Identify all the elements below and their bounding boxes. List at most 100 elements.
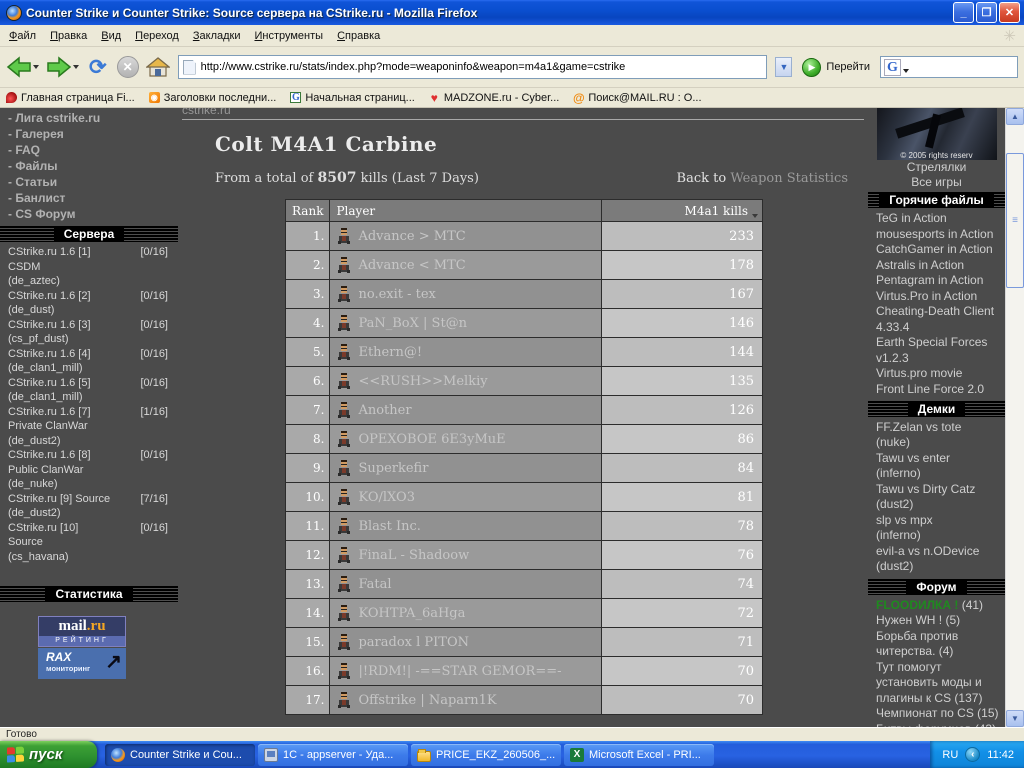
demo-link[interactable]: evil-a vs n.ODevice (dust2) <box>876 544 1005 574</box>
player-name[interactable]: Advance > MTC <box>358 229 465 244</box>
server-entry[interactable]: CStrike.ru 1.6 [3] [0/16] (cs_pf_dust) <box>8 318 168 347</box>
close-button[interactable]: ✕ <box>999 2 1020 23</box>
player-name[interactable]: FinaL - Shadoow <box>358 548 469 563</box>
forum-topic-link[interactable]: Чемпионат по CS (15) <box>876 706 1005 722</box>
hot-file-link[interactable]: Astralis in Action <box>876 258 1005 274</box>
bookmark-madzone[interactable]: ♥ MADZONE.ru - Cyber... <box>429 91 560 105</box>
hot-file-link[interactable]: Cheating-Death Client 4.33.4 <box>876 304 1005 335</box>
reload-button[interactable]: ⟳ <box>89 57 107 78</box>
hot-file-link[interactable]: Earth Special Forces v1.2.3 <box>876 335 1005 366</box>
url-text[interactable]: http://www.cstrike.ru/stats/index.php?mo… <box>201 61 765 73</box>
forward-button[interactable] <box>46 55 72 79</box>
server-entry[interactable]: CStrike.ru 1.6 [5] [0/16] (de_clan1_mill) <box>8 376 168 405</box>
player-name[interactable]: Fatal <box>358 577 391 592</box>
sidebar-nav-link[interactable]: - FAQ <box>8 142 178 158</box>
hot-file-link[interactable]: Front Line Force 2.0 <box>876 382 1005 398</box>
mailru-rating-banner[interactable]: mail.ru РЕЙТИНГ <box>38 616 126 647</box>
restore-button[interactable]: ❐ <box>976 2 997 23</box>
forward-dropdown-icon[interactable] <box>73 65 79 69</box>
search-engine-dropdown-icon[interactable] <box>902 69 909 73</box>
hot-file-link[interactable]: mousesports in Action <box>876 227 1005 243</box>
home-button[interactable] <box>145 56 170 78</box>
stop-button[interactable]: ✕ <box>116 56 139 78</box>
search-input[interactable]: G <box>880 56 1018 78</box>
scrollbar-thumb[interactable] <box>1006 153 1024 288</box>
player-name[interactable]: PaN_BoX | St@n <box>358 316 467 331</box>
player-name[interactable]: Ethern@! <box>358 345 422 360</box>
task-excel[interactable]: X Microsoft Excel - PRI... <box>564 744 714 766</box>
language-indicator[interactable]: RU <box>942 749 958 761</box>
demo-link[interactable]: Tawu vs Dirty Catz (dust2) <box>876 482 1005 512</box>
player-name[interactable]: OPEXOBOE 6E3yMuE <box>358 432 505 447</box>
task-1c[interactable]: 1C - appserver - Уда... <box>258 744 408 766</box>
rax-monitoring-banner[interactable]: RAX мониторинг ↗ <box>38 648 126 679</box>
server-entry[interactable]: CStrike.ru [9] Source [7/16] (de_dust2) <box>8 492 168 521</box>
player-name[interactable]: Another <box>358 403 411 418</box>
hot-file-link[interactable]: Pentagram in Action <box>876 273 1005 289</box>
demo-link[interactable]: slp vs mpx (inferno) <box>876 513 1005 543</box>
player-name[interactable]: paradox l PITON <box>358 635 469 650</box>
sidebar-nav-link[interactable]: - Лига cstrike.ru <box>8 110 178 126</box>
menu-item[interactable]: Переход <box>128 27 186 45</box>
server-entry[interactable]: CStrike.ru 1.6 [4] [0/16] (de_clan1_mill) <box>8 347 168 376</box>
bookmark-home[interactable]: Главная страница Fi... <box>6 92 135 104</box>
player-name[interactable]: Blast Inc. <box>358 519 420 534</box>
server-entry[interactable]: CStrike.ru 1.6 [8] [0/16] Public ClanWar … <box>8 448 168 492</box>
server-entry[interactable]: CStrike.ru 1.6 [1] [0/16] CSDM (de_aztec) <box>8 245 168 289</box>
weapon-photo[interactable]: © 2005 rights reserv <box>876 108 997 160</box>
server-entry[interactable]: CStrike.ru 1.6 [2] [0/16] (de_dust) <box>8 289 168 318</box>
player-name[interactable]: Offstrike | Naparn1K <box>358 693 496 708</box>
task-firefox[interactable]: Counter Strike и Cou... <box>105 744 255 766</box>
menu-item[interactable]: Файл <box>2 27 43 45</box>
hot-file-link[interactable]: Virtus.Pro in Action <box>876 289 1005 305</box>
minimize-button[interactable]: _ <box>953 2 974 23</box>
bookmark-startpage[interactable]: G Начальная страниц... <box>290 92 415 104</box>
player-name[interactable]: no.exit - tex <box>358 287 435 302</box>
col-header-kills[interactable]: M4a1 kills <box>600 199 764 222</box>
menu-item[interactable]: Инструменты <box>247 27 330 45</box>
sidebar-nav-link[interactable]: - CS Форум <box>8 206 178 222</box>
clock[interactable]: 11:42 <box>987 749 1014 761</box>
forum-topic-link[interactable]: Борьба против читерства. (4) <box>876 629 1005 660</box>
forum-topic-link[interactable]: Тут помогут установить моды и плагины к … <box>876 660 1005 707</box>
sidebar-nav-link[interactable]: - Банлист <box>8 190 178 206</box>
tray-icon[interactable]: ‹ <box>965 747 981 762</box>
scroll-down-icon[interactable]: ▼ <box>1006 710 1024 727</box>
menu-item[interactable]: Правка <box>43 27 94 45</box>
sidebar-nav-link[interactable]: - Статьи <box>8 174 178 190</box>
forum-topic-link[interactable]: Нужен WH ! (5) <box>876 613 1005 629</box>
games-link[interactable]: Все игры <box>868 175 1005 190</box>
hot-file-link[interactable]: TeG in Action <box>876 211 1005 227</box>
player-name[interactable]: Advance < MTC <box>358 258 465 273</box>
weapon-statistics-link[interactable]: Weapon Statistics <box>730 171 848 186</box>
menu-item[interactable]: Закладки <box>186 27 248 45</box>
back-dropdown-icon[interactable] <box>33 65 39 69</box>
games-link[interactable]: Стрелялки <box>868 160 1005 175</box>
sidebar-nav-link[interactable]: - Галерея <box>8 126 178 142</box>
scroll-up-icon[interactable]: ▲ <box>1006 108 1024 125</box>
server-entry[interactable]: CStrike.ru 1.6 [7] [1/16] Private ClanWar… <box>8 405 168 449</box>
hot-file-link[interactable]: Virtus.pro movie <box>876 366 1005 382</box>
sidebar-nav-link[interactable]: - Файлы <box>8 158 178 174</box>
start-button[interactable]: пуск <box>0 741 97 768</box>
address-bar[interactable]: http://www.cstrike.ru/stats/index.php?mo… <box>177 55 768 79</box>
demo-link[interactable]: FF.Zelan vs tote (nuke) <box>876 420 1005 450</box>
player-name[interactable]: KOHTPA_6aHga <box>358 606 465 621</box>
server-entry[interactable]: CStrike.ru [10] [0/16] Source (cs_havana) <box>8 521 168 565</box>
vertical-scrollbar[interactable]: ▲ ▼ <box>1005 108 1024 727</box>
player-name[interactable]: Superkefir <box>358 461 428 476</box>
bookmark-headlines[interactable]: ◉ Заголовки последни... <box>148 92 276 104</box>
player-name[interactable]: <<RUSH>>Melkiy <box>358 374 487 389</box>
back-button[interactable] <box>6 55 32 79</box>
demo-link[interactable]: Tawu vs enter (inferno) <box>876 451 1005 481</box>
go-button[interactable]: ▶ Перейти <box>796 57 876 77</box>
player-name[interactable]: |!RDM!| -==STAR GEMOR==- <box>358 664 561 679</box>
menu-item[interactable]: Справка <box>330 27 387 45</box>
hot-file-link[interactable]: CatchGamer in Action <box>876 242 1005 258</box>
bookmark-mailru[interactable]: @ Поиск@MAIL.RU : О... <box>573 91 702 105</box>
player-name[interactable]: KO/lXO3 <box>358 490 415 505</box>
menu-item[interactable]: Вид <box>94 27 128 45</box>
url-dropdown-button[interactable]: ▼ <box>775 57 793 77</box>
forum-hot-topic[interactable]: FLOODИЛКА ! (41) <box>868 598 1005 613</box>
task-folder[interactable]: PRICE_EKZ_260506_... <box>411 744 561 766</box>
